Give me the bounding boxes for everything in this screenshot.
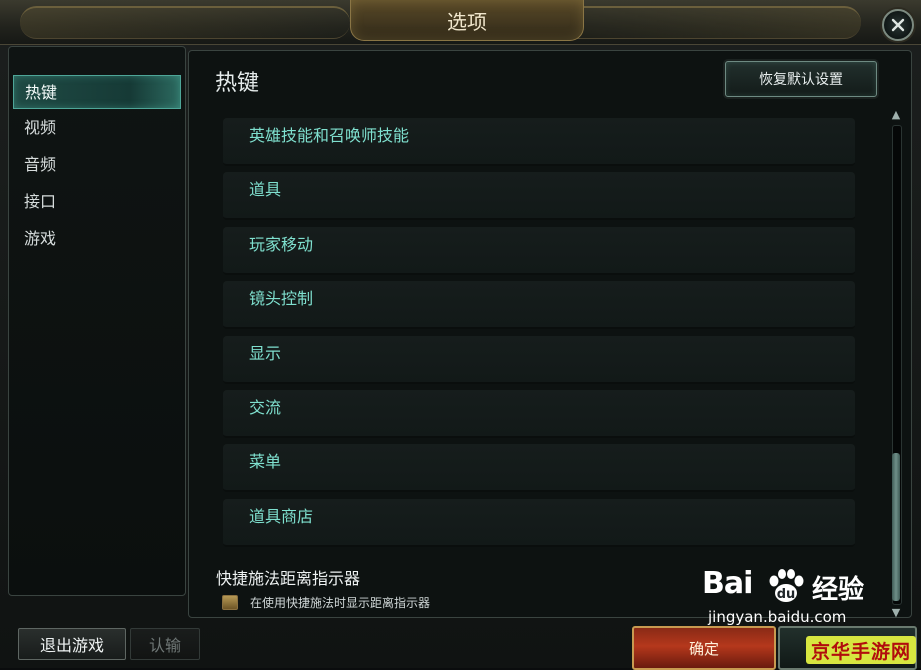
options-window: 选项 热键 视频 音频 接口 游戏 热键 恢复默认设置 英雄技能和召唤师技能 道… <box>0 0 921 670</box>
category-label: 道具 <box>249 180 282 199</box>
category-champion-abilities[interactable]: 英雄技能和召唤师技能 <box>223 118 855 166</box>
category-label: 道具商店 <box>249 507 314 526</box>
ok-button[interactable]: 确定 <box>632 626 776 670</box>
category-item-shop[interactable]: 道具商店 <box>223 499 855 547</box>
sidebar-item-audio[interactable]: 音频 <box>13 148 181 182</box>
baidu-jingyan-watermark: Bai du 经验 jingyan.baidu.com <box>702 566 902 626</box>
category-communication[interactable]: 交流 <box>223 390 855 438</box>
hotkeys-panel: 热键 恢复默认设置 英雄技能和召唤师技能 道具 玩家移动 镜头控制 显示 交流 … <box>188 50 912 621</box>
category-items[interactable]: 道具 <box>223 172 855 220</box>
window-title: 选项 <box>350 0 584 41</box>
sidebar-item-interface[interactable]: 接口 <box>13 185 181 219</box>
paw-icon: du <box>769 569 804 602</box>
close-icon <box>891 18 905 32</box>
section-title: 热键 <box>215 71 260 96</box>
scroll-up-arrow-icon[interactable]: ▲ <box>889 109 903 121</box>
sidebar-item-hotkeys[interactable]: 热键 <box>13 75 181 109</box>
sidebar-item-game[interactable]: 游戏 <box>13 222 181 256</box>
svg-text:du: du <box>777 587 796 602</box>
quickcast-section-title: 快捷施法距离指示器 <box>216 569 361 588</box>
category-label: 显示 <box>249 344 282 363</box>
list-scrollbar[interactable]: ▲ ▼ <box>887 109 905 621</box>
close-button[interactable] <box>882 9 914 41</box>
quickcast-range-checkbox[interactable] <box>222 595 238 610</box>
watermark-logo-text: Bai <box>702 566 753 601</box>
category-display[interactable]: 显示 <box>223 336 855 384</box>
sidebar-item-video[interactable]: 视频 <box>13 111 181 145</box>
category-menu[interactable]: 菜单 <box>223 444 855 492</box>
surrender-button[interactable]: 认输 <box>130 628 200 660</box>
title-ornament-left <box>20 6 350 39</box>
category-player-movement[interactable]: 玩家移动 <box>223 227 855 275</box>
sidebar: 热键 视频 音频 接口 游戏 <box>8 46 186 596</box>
category-label: 菜单 <box>249 452 282 471</box>
category-label: 英雄技能和召唤师技能 <box>249 126 410 145</box>
category-label: 镜头控制 <box>249 289 314 308</box>
restore-defaults-button[interactable]: 恢复默认设置 <box>725 61 877 97</box>
category-label: 交流 <box>249 398 282 417</box>
category-label: 玩家移动 <box>249 235 314 254</box>
title-bar: 选项 <box>0 0 921 45</box>
watermark-cn-text: 经验 <box>812 575 865 605</box>
site-badge: 京华手游网 <box>806 636 916 664</box>
quit-game-button[interactable]: 退出游戏 <box>18 628 126 660</box>
category-camera-control[interactable]: 镜头控制 <box>223 281 855 329</box>
watermark-url: jingyan.baidu.com <box>708 608 847 626</box>
quickcast-range-label: 在使用快捷施法时显示距离指示器 <box>250 596 431 610</box>
hotkey-category-list: 英雄技能和召唤师技能 道具 玩家移动 镜头控制 显示 交流 菜单 道具商店 <box>189 101 889 551</box>
